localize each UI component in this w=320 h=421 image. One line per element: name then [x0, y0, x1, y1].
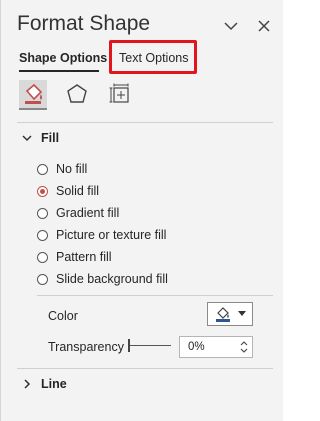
radio-picture-texture-fill[interactable]: Picture or texture fill: [37, 226, 166, 244]
radio-slide-background-fill[interactable]: Slide background fill: [37, 270, 168, 288]
chevron-down-icon: [21, 132, 33, 144]
radio-pattern-fill[interactable]: Pattern fill: [37, 248, 112, 266]
fill-color-button[interactable]: [207, 302, 253, 326]
radio-button[interactable]: [37, 207, 48, 219]
active-tab-underline: [19, 70, 99, 72]
radio-label: Solid fill: [56, 184, 100, 198]
spinner-arrows-icon[interactable]: [240, 339, 248, 355]
fill-section-header[interactable]: Fill: [21, 131, 59, 145]
pane-title: Format Shape: [17, 12, 151, 35]
radio-button[interactable]: [37, 185, 48, 197]
highlight-box: [109, 40, 197, 74]
radio-button[interactable]: [37, 273, 48, 285]
transparency-label: Transparency: [48, 340, 124, 354]
tab-shape-options[interactable]: Shape Options: [19, 51, 107, 65]
paint-bucket-icon: [216, 307, 230, 322]
radio-label: Slide background fill: [56, 272, 168, 286]
line-section-header[interactable]: Line: [21, 377, 67, 391]
radio-gradient-fill[interactable]: Gradient fill: [37, 204, 119, 222]
radio-button[interactable]: [37, 229, 48, 241]
divider: [17, 368, 273, 369]
effects-icon[interactable]: [63, 80, 91, 108]
close-icon[interactable]: [256, 18, 272, 34]
format-shape-pane: Format Shape Shape Options Text Options: [0, 0, 283, 421]
transparency-value[interactable]: 0%: [188, 341, 205, 353]
fill-header-label: Fill: [41, 131, 60, 145]
chevron-down-icon[interactable]: [223, 18, 239, 34]
radio-label: No fill: [56, 162, 88, 176]
radio-button[interactable]: [37, 163, 48, 175]
chevron-right-icon: [21, 378, 33, 390]
size-properties-icon[interactable]: [107, 80, 135, 108]
radio-solid-fill[interactable]: Solid fill: [37, 182, 99, 200]
color-label: Color: [48, 309, 78, 323]
radio-label: Pattern fill: [56, 250, 112, 264]
radio-no-fill[interactable]: No fill: [37, 160, 87, 178]
transparency-slider-thumb[interactable]: [128, 339, 130, 352]
divider: [17, 122, 273, 123]
dropdown-arrow-icon: [238, 311, 246, 316]
divider: [37, 295, 273, 296]
radio-button[interactable]: [37, 251, 48, 263]
radio-label: Picture or texture fill: [56, 228, 167, 242]
fill-line-icon[interactable]: [19, 80, 47, 110]
transparency-slider-track[interactable]: [129, 345, 171, 346]
transparency-spinner[interactable]: 0%: [179, 336, 253, 358]
radio-label: Gradient fill: [56, 206, 120, 220]
line-header-label: Line: [41, 377, 67, 391]
